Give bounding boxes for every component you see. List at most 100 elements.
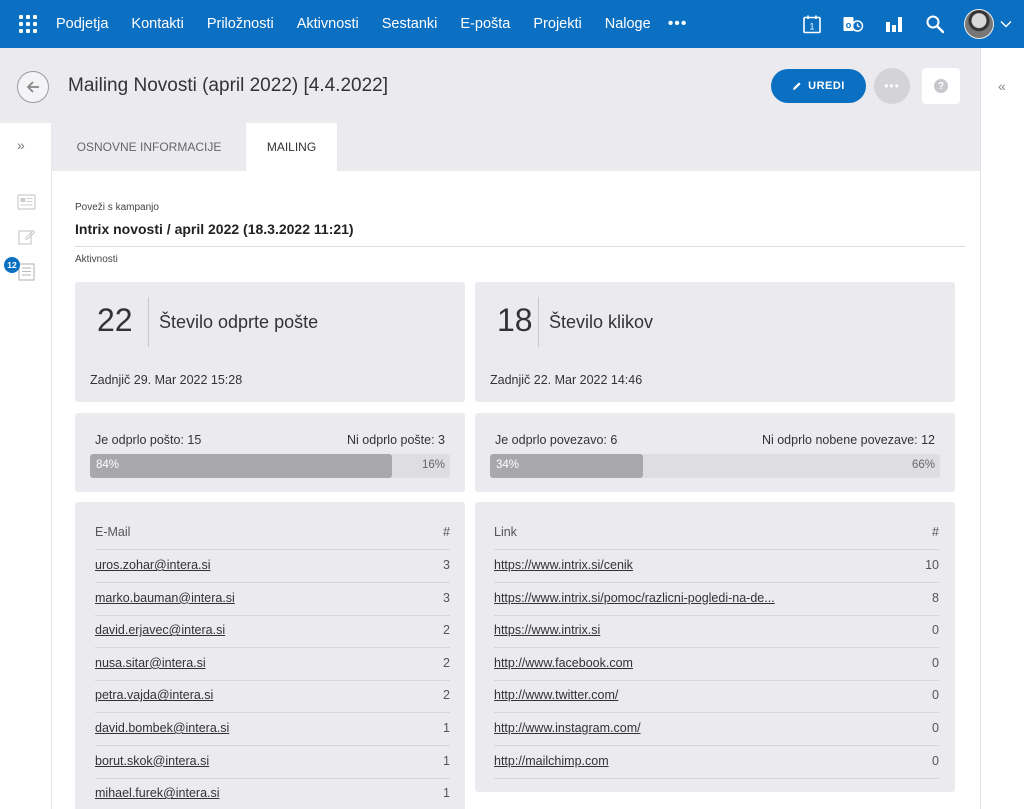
clicks-last-time: Zadnjič 22. Mar 2022 14:46 xyxy=(490,373,643,387)
clicks-label: Število klikov xyxy=(549,312,654,332)
activity-list-icon[interactable] xyxy=(18,263,35,286)
pencil-icon xyxy=(793,82,801,90)
row-count: 1 xyxy=(443,721,450,735)
url-link[interactable]: https://www.intrix.si xyxy=(494,623,600,637)
user-avatar[interactable] xyxy=(964,9,994,39)
back-button[interactable] xyxy=(17,71,49,103)
table-row: david.erjavec@intera.si 2 xyxy=(95,615,450,649)
opens-count: 22 xyxy=(97,302,133,338)
collapse-right-panel-icon[interactable]: « xyxy=(998,78,1006,94)
not-clicked-label: Ni odprlo nobene povezave: 12 xyxy=(761,433,935,447)
url-link[interactable]: https://www.intrix.si/cenik xyxy=(494,558,633,572)
row-count: 2 xyxy=(443,623,450,638)
table-row: marko.bauman@intera.si 3 xyxy=(95,583,450,616)
clicked-label: Je odprlo povezavo: 6 xyxy=(495,433,618,447)
table-row: david.bombek@intera.si 1 xyxy=(95,713,450,746)
more-actions-button[interactable]: ••• xyxy=(874,68,910,104)
activity-count-badge: 12 xyxy=(4,257,20,273)
opens-label: Število odprte pošte xyxy=(159,312,319,332)
row-count: 2 xyxy=(443,655,450,670)
nav-right-tools: 1 o xyxy=(786,0,1024,48)
stat-separator xyxy=(148,297,149,347)
clicks-progress-bar: 34% 66% xyxy=(490,454,940,478)
table-row: http://www.facebook.com 0 xyxy=(494,648,939,681)
edit-button-label: UREDI xyxy=(808,80,845,92)
row-count: 2 xyxy=(443,688,450,703)
nav-menu: Podjetja Kontakti Priložnosti Aktivnosti… xyxy=(56,0,688,48)
table-row: http://www.instagram.com/0 xyxy=(494,713,939,746)
opened-label: Je odprlo pošto: 15 xyxy=(95,433,202,447)
row-count: 0 xyxy=(932,623,939,638)
count-column-header: # xyxy=(443,525,450,539)
top-nav: Podjetja Kontakti Priložnosti Aktivnosti… xyxy=(0,0,1024,48)
table-row: petra.vajda@intera.si 2 xyxy=(95,680,450,714)
table-row: https://www.intrix.si 0 xyxy=(494,615,939,649)
opens-ratio-card: Je odprlo pošto: 15 Ni odprlo pošte: 3 8… xyxy=(75,413,465,492)
app-launcher-icon[interactable] xyxy=(0,0,56,48)
email-column-header: E-Mail xyxy=(95,525,131,539)
clicks-count: 18 xyxy=(497,302,533,338)
url-link[interactable]: http://www.twitter.com/ xyxy=(494,688,618,702)
page-title: Mailing Novosti (april 2022) [4.4.2022] xyxy=(68,75,389,96)
tab-mailing[interactable]: MAILING xyxy=(246,123,337,171)
right-panel-strip xyxy=(980,48,1024,809)
url-link[interactable]: http://www.instagram.com/ xyxy=(494,721,641,735)
edit-button[interactable]: UREDI xyxy=(771,69,866,103)
opens-last-time: Zadnjič 29. Mar 2022 15:28 xyxy=(90,373,243,387)
url-link[interactable]: https://www.intrix.si/pomoc/razlicni-pog… xyxy=(494,591,775,605)
row-count: 1 xyxy=(443,786,450,801)
table-row: borut.skok@intera.si 1 xyxy=(95,746,450,779)
row-count: 10 xyxy=(925,558,939,572)
expand-sidebar-icon[interactable]: » xyxy=(17,137,25,153)
chevron-down-icon[interactable] xyxy=(1000,15,1012,33)
link-column-header: Link xyxy=(494,525,517,539)
row-count: 8 xyxy=(932,590,939,605)
email-opens-table: E-Mail # uros.zohar@intera.si 3 marko.baum… xyxy=(75,502,465,809)
newsletter-icon[interactable] xyxy=(17,194,36,215)
arrow-left-icon xyxy=(26,81,39,93)
email-link[interactable]: borut.skok@intera.si xyxy=(95,754,209,768)
email-link[interactable]: david.bombek@intera.si xyxy=(95,721,229,735)
stat-separator xyxy=(538,297,539,347)
nav-item-kontakti[interactable]: Kontakti xyxy=(131,16,183,32)
nav-item-projekti[interactable]: Projekti xyxy=(533,16,581,32)
opens-stat-card: 22 Število odprte pošte Zadnjič 29. Mar … xyxy=(75,282,465,402)
nav-item-priloznosti[interactable]: Priložnosti xyxy=(207,16,274,32)
table-row: mihael.furek@intera.si 1 xyxy=(95,778,450,809)
reports-chart-icon[interactable] xyxy=(879,0,909,48)
nav-item-podjetja[interactable]: Podjetja xyxy=(56,16,108,32)
table-row: http://mailchimp.com 0 xyxy=(494,746,939,779)
edit-note-icon[interactable] xyxy=(18,228,36,251)
left-sidebar xyxy=(0,123,52,809)
svg-text:o: o xyxy=(846,20,852,30)
email-link[interactable]: marko.bauman@intera.si xyxy=(95,591,235,605)
table-row: nusa.sitar@intera.si 2 xyxy=(95,648,450,681)
nav-item-sestanki[interactable]: Sestanki xyxy=(382,16,438,32)
email-link[interactable]: petra.vajda@intera.si xyxy=(95,688,213,702)
table-row: https://www.intrix.si/pomoc/razlicni-pog… xyxy=(494,583,939,616)
nav-more-button[interactable]: ••• xyxy=(668,15,688,33)
email-link[interactable]: david.erjavec@intera.si xyxy=(95,623,225,637)
search-icon[interactable] xyxy=(920,0,950,48)
nav-item-naloge[interactable]: Naloge xyxy=(605,16,651,32)
link-clicks-table: Link # https://www.intrix.si/cenik 10 http… xyxy=(475,502,955,792)
url-link[interactable]: http://mailchimp.com xyxy=(494,754,609,768)
row-count: 0 xyxy=(932,655,939,670)
clicks-stat-card: 18 Število klikov Zadnjič 22. Mar 2022 1… xyxy=(475,282,955,402)
campaign-field-value: Intrix novosti / april 2022 (18.3.2022 1… xyxy=(75,221,354,237)
help-button[interactable]: ? xyxy=(922,68,960,104)
not-opened-label: Ni odprlo pošte: 3 xyxy=(347,433,445,447)
nav-item-eposta[interactable]: E-pošta xyxy=(460,16,510,32)
tab-basic-info[interactable]: OSNOVNE INFORMACIJE xyxy=(52,123,246,171)
email-link[interactable]: mihael.furek@intera.si xyxy=(95,786,220,800)
email-link[interactable]: uros.zohar@intera.si xyxy=(95,558,211,572)
calendar-icon[interactable]: 1 xyxy=(797,0,827,48)
email-link[interactable]: nusa.sitar@intera.si xyxy=(95,656,206,670)
table-row: uros.zohar@intera.si 3 xyxy=(95,550,450,583)
row-count: 3 xyxy=(443,590,450,605)
outlook-sync-icon[interactable]: o xyxy=(838,0,868,48)
row-count: 1 xyxy=(443,753,450,768)
url-link[interactable]: http://www.facebook.com xyxy=(494,656,633,670)
opens-pct: 84% xyxy=(96,459,120,471)
nav-item-aktivnosti[interactable]: Aktivnosti xyxy=(297,16,359,32)
